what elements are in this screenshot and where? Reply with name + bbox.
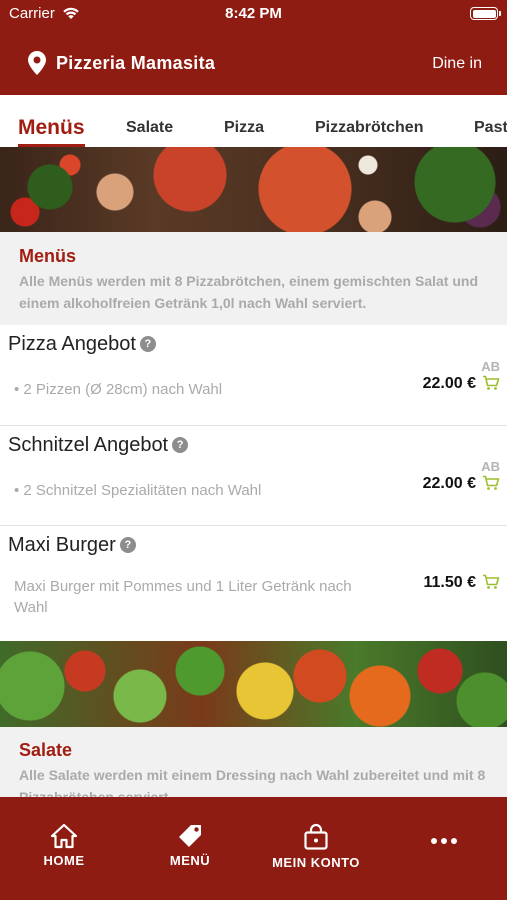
item-description: • 2 Schnitzel Spezialitäten nach Wahl [14,482,262,499]
category-header-menus: Menüs Alle Menüs werden mit 8 Pizzabrötc… [0,232,507,325]
cart-icon[interactable] [482,574,500,595]
item-name: Maxi Burger [8,534,116,556]
salad-banner-image [0,641,507,727]
location-pin-icon [28,51,46,80]
more-icon [431,838,457,844]
status-bar: Carrier 8:42 PM [0,0,507,30]
nav-label: HOME [43,853,85,868]
cart-icon[interactable] [482,375,500,396]
item-price: 22.00 € [422,475,476,492]
info-icon[interactable]: ? [172,437,189,453]
app-header: Pizzeria Mamasita Dine in [0,30,507,95]
restaurant-name[interactable]: Pizzeria Mamasita [56,53,215,74]
item-name-row: Pizza Angebot? [8,333,156,356]
info-icon[interactable]: ? [139,336,156,352]
item-name-row: Maxi Burger? [8,534,136,557]
nav-account[interactable]: MEIN KONTO [256,823,376,870]
item-name-row: Schnitzel Angebot? [8,434,189,457]
item-price: 11.50 € [423,574,477,591]
nav-label: MEIN KONTO [272,855,360,870]
tab-salads[interactable]: Salate [126,119,173,137]
tag-icon [179,825,201,847]
pizza-banner-image [0,147,507,232]
tab-pizza[interactable]: Pizza [224,119,264,137]
home-icon [50,823,78,849]
category-title: Salate [19,740,73,760]
menu-item[interactable]: Maxi Burger? Maxi Burger mit Pommes und … [0,526,507,641]
nav-more[interactable] [384,837,504,845]
price-prefix: AB [481,359,500,374]
item-description: • 2 Pizzen (Ø 28cm) nach Wahl [14,381,223,398]
category-title: Menüs [19,246,77,266]
service-mode-button[interactable]: Dine in [432,55,482,73]
item-price: 22.00 € [422,375,476,392]
nav-label: MENÜ [169,853,211,868]
menu-item[interactable]: Pizza Angebot? • 2 Pizzen (Ø 28cm) nach … [0,325,507,426]
category-tabs: Menüs Salate Pizza Pizzabrötchen Past [0,95,507,147]
tab-pasta[interactable]: Past [474,119,507,137]
item-description: Maxi Burger mit Pommes und 1 Liter Geträ… [14,578,352,616]
clock: 8:42 PM [225,5,282,22]
nav-menu[interactable]: MENÜ [130,823,250,868]
cart-icon[interactable] [482,475,500,496]
price-prefix: AB [481,459,500,474]
category-description: Alle Menüs werden mit 8 Pizzabrötchen, e… [19,273,478,311]
battery-icon [470,7,501,20]
bottom-navigation: HOME MENÜ MEIN KONTO [0,797,507,900]
nav-home[interactable]: HOME [4,823,124,868]
item-name: Pizza Angebot [8,333,136,355]
item-name: Schnitzel Angebot [8,434,169,456]
tab-menus[interactable]: Menüs [18,116,85,147]
menu-item[interactable]: Schnitzel Angebot? • 2 Schnitzel Spezial… [0,426,507,526]
shopping-bag-icon [304,823,328,850]
info-icon[interactable]: ? [119,537,136,553]
tab-pizzabroetchen[interactable]: Pizzabrötchen [315,119,423,137]
category-header-salads: Salate Alle Salate werden mit einem Dres… [0,727,507,805]
